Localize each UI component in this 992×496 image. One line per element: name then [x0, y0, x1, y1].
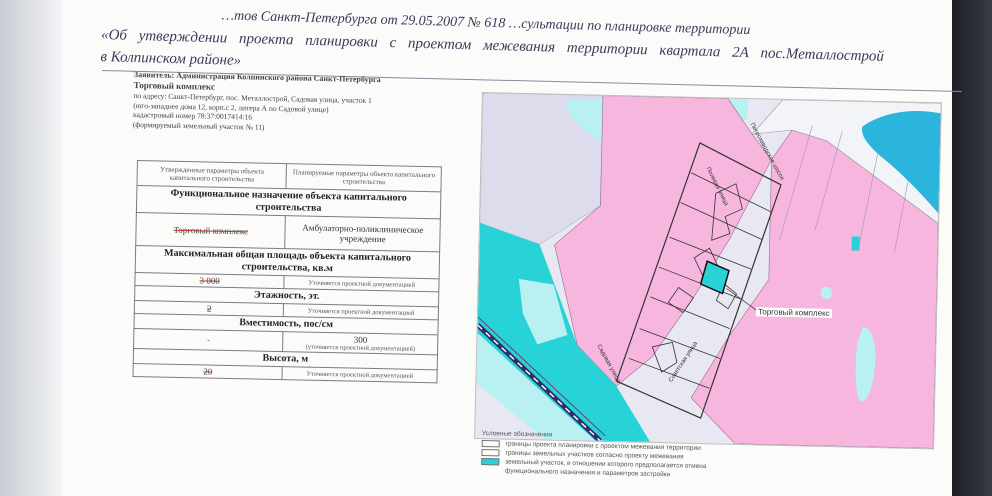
legend-label-3b: функционального назначения и параметров … — [504, 467, 671, 479]
floors-old: 2 — [206, 303, 212, 314]
map-legend: Условные обозначения границы проекта пла… — [481, 430, 942, 485]
area-old: 3 000 — [199, 275, 220, 286]
screen-bezel-right — [952, 0, 992, 496]
function-old: Торговый комплекс — [173, 224, 249, 237]
height-new: Уточняется проектной документацией — [282, 366, 438, 383]
application-info: Заявитель: Администрация Колпинского рай… — [133, 70, 464, 136]
object-label: Торговый комплекс — [755, 307, 832, 318]
legend-swatch-cyan — [481, 457, 500, 466]
function-new: Амбулаторно-поликлиническое учреждение — [285, 215, 441, 252]
legend-swatch-outline — [481, 448, 500, 457]
legend-swatch-outline — [481, 439, 500, 448]
planning-map: Петрозаводское шоссе Полевая улица Садов… — [474, 92, 942, 450]
parameters-table: Утвержденные параметры объекта капитальн… — [132, 160, 442, 383]
presentation-slide: …тов Санкт-Петербурга от 29.05.2007 № 61… — [62, 0, 962, 496]
col-approved: Утвержденные параметры объекта капитальн… — [136, 160, 287, 189]
col-planned: Планируемые параметры объекта капитально… — [286, 163, 442, 192]
height-old: 20 — [203, 366, 213, 377]
map-canvas: Петрозаводское шоссе Полевая улица Садов… — [475, 93, 941, 449]
small-green-plot — [851, 236, 860, 251]
screen-bezel-left — [0, 0, 62, 496]
